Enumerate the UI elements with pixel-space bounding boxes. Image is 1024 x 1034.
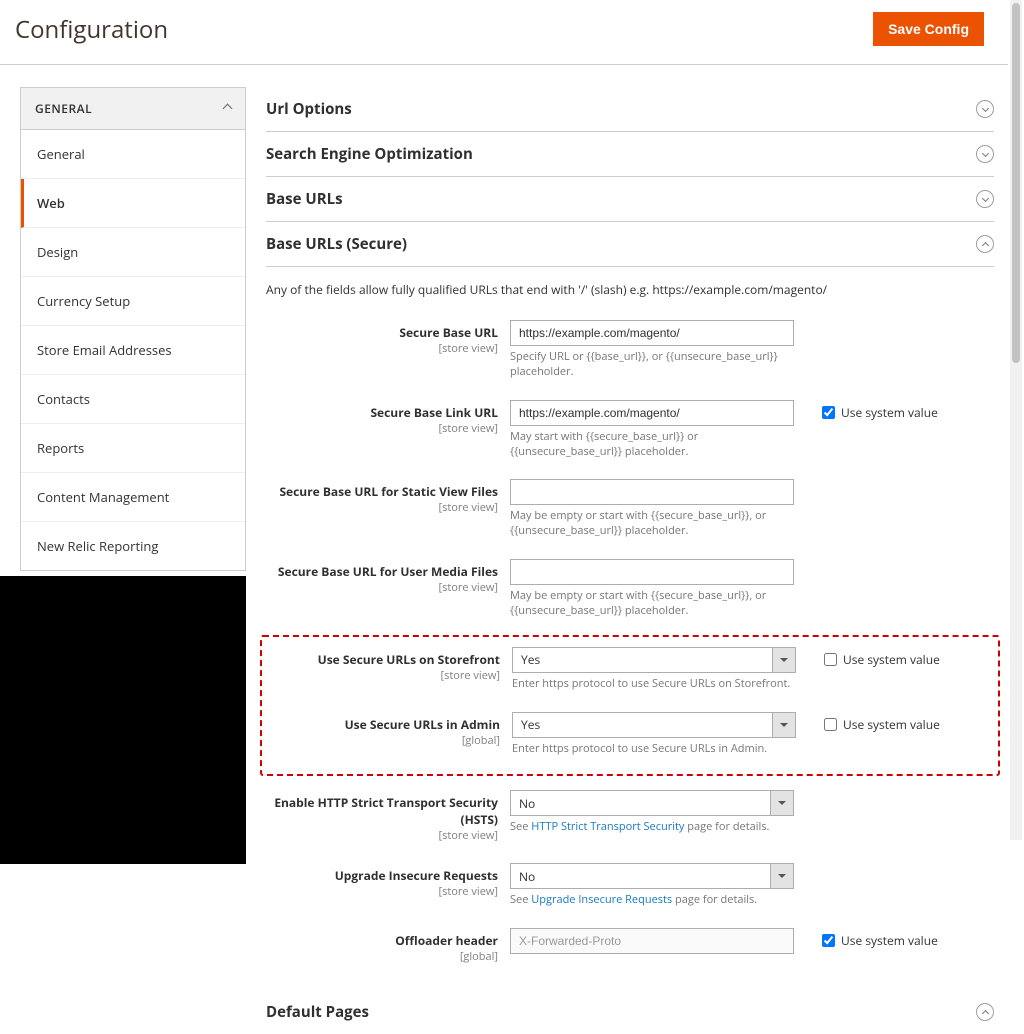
use-system-value-checkbox[interactable]	[824, 718, 837, 731]
sidebar-item-design[interactable]: Design	[21, 228, 245, 277]
field-note: Enter https protocol to use Secure URLs …	[512, 677, 796, 692]
sidebar: GENERAL GeneralWebDesignCurrency SetupSt…	[20, 87, 246, 571]
sidebar-item-reports[interactable]: Reports	[21, 424, 245, 473]
field-note: May start with {{secure_base_url}} or {{…	[510, 430, 794, 460]
page-header: Configuration Save Config	[0, 0, 1008, 64]
chevron-down-icon	[770, 791, 793, 815]
main-panel: Url Options Search Engine Optimization B…	[246, 87, 1008, 1034]
chevron-down-icon	[772, 713, 795, 737]
chevron-down-icon	[772, 648, 795, 672]
field-secure-base-link-url: Secure Base Link URL[store view] May sta…	[266, 396, 994, 468]
scrollbar-thumb[interactable]	[1012, 3, 1020, 363]
field-note: See HTTP Strict Transport Security page …	[510, 820, 794, 835]
section-base-urls[interactable]: Base URLs	[266, 177, 994, 222]
field-note: Enter https protocol to use Secure URLs …	[512, 742, 796, 757]
header-separator	[0, 64, 1008, 65]
use-system-value-label: Use system value	[843, 651, 940, 668]
section-intro: Any of the fields allow fully qualified …	[266, 281, 994, 298]
sidebar-item-currency-setup[interactable]: Currency Setup	[21, 277, 245, 326]
field-secure-base-url: Secure Base URL[store view] Specify URL …	[266, 316, 994, 388]
section-url-options[interactable]: Url Options	[266, 87, 994, 132]
secure-base-link-url-input[interactable]	[510, 400, 794, 426]
use-system-value-checkbox[interactable]	[822, 406, 835, 419]
field-secure-storefront: Use Secure URLs on Storefront[store view…	[268, 643, 992, 700]
collapse-icon	[976, 235, 994, 253]
use-system-value-label: Use system value	[843, 716, 940, 733]
chevron-down-icon	[770, 864, 793, 888]
secure-storefront-select[interactable]: Yes	[512, 647, 796, 673]
sidebar-item-store-email-addresses[interactable]: Store Email Addresses	[21, 326, 245, 375]
hsts-link[interactable]: HTTP Strict Transport Security	[531, 819, 684, 834]
expand-icon	[976, 190, 994, 208]
section-seo[interactable]: Search Engine Optimization	[266, 132, 994, 177]
field-secure-admin: Use Secure URLs in Admin[global] Yes Ent…	[268, 708, 992, 765]
field-secure-static-url: Secure Base URL for Static View Files[st…	[266, 475, 994, 547]
field-note: May be empty or start with {{secure_base…	[510, 509, 794, 539]
sidebar-item-content-management[interactable]: Content Management	[21, 473, 245, 522]
chevron-up-icon	[223, 104, 233, 114]
sidebar-item-new-relic-reporting[interactable]: New Relic Reporting	[21, 522, 245, 570]
field-note: May be empty or start with {{secure_base…	[510, 589, 794, 619]
field-hsts: Enable HTTP Strict Transport Security (H…	[266, 786, 994, 851]
sidebar-item-general[interactable]: General	[21, 130, 245, 179]
page-title: Configuration	[15, 13, 168, 46]
secure-media-url-input[interactable]	[510, 559, 794, 585]
section-body-secure: Any of the fields allow fully qualified …	[266, 267, 994, 990]
field-secure-media-url: Secure Base URL for User Media Files[sto…	[266, 555, 994, 627]
use-system-value-checkbox[interactable]	[822, 934, 835, 947]
upgrade-select[interactable]: No	[510, 863, 794, 889]
expand-icon	[976, 100, 994, 118]
secure-base-url-input[interactable]	[510, 320, 794, 346]
secure-static-url-input[interactable]	[510, 479, 794, 505]
section-title: Search Engine Optimization	[266, 144, 473, 164]
sidebar-group-general[interactable]: GENERAL	[20, 87, 246, 130]
expand-icon	[976, 145, 994, 163]
dark-panel	[0, 576, 246, 864]
scrollbar[interactable]	[1010, 0, 1022, 840]
field-note: Specify URL or {{base_url}}, or {{unsecu…	[510, 350, 794, 380]
section-title: Base URLs (Secure)	[266, 234, 407, 254]
section-title: Url Options	[266, 99, 352, 119]
offloader-input	[510, 928, 794, 954]
use-system-value-checkbox[interactable]	[824, 653, 837, 666]
section-default-pages[interactable]: Default Pages	[266, 990, 994, 1034]
sidebar-item-contacts[interactable]: Contacts	[21, 375, 245, 424]
secure-admin-select[interactable]: Yes	[512, 712, 796, 738]
use-system-value-label: Use system value	[841, 404, 938, 421]
highlighted-region: Use Secure URLs on Storefront[store view…	[260, 635, 1000, 777]
field-offloader: Offloader header[global] Use system valu…	[266, 924, 994, 972]
use-system-value-label: Use system value	[841, 932, 938, 949]
section-title: Default Pages	[266, 1002, 369, 1022]
save-config-button[interactable]: Save Config	[873, 12, 984, 46]
upgrade-link[interactable]: Upgrade Insecure Requests	[531, 892, 672, 907]
field-note: See Upgrade Insecure Requests page for d…	[510, 893, 794, 908]
sidebar-group-label: GENERAL	[35, 100, 92, 117]
hsts-select[interactable]: No	[510, 790, 794, 816]
section-base-urls-secure[interactable]: Base URLs (Secure)	[266, 222, 994, 267]
sidebar-item-web[interactable]: Web	[21, 179, 245, 228]
collapse-icon	[976, 1003, 994, 1021]
section-title: Base URLs	[266, 189, 343, 209]
field-upgrade-insecure: Upgrade Insecure Requests[store view] No…	[266, 859, 994, 916]
